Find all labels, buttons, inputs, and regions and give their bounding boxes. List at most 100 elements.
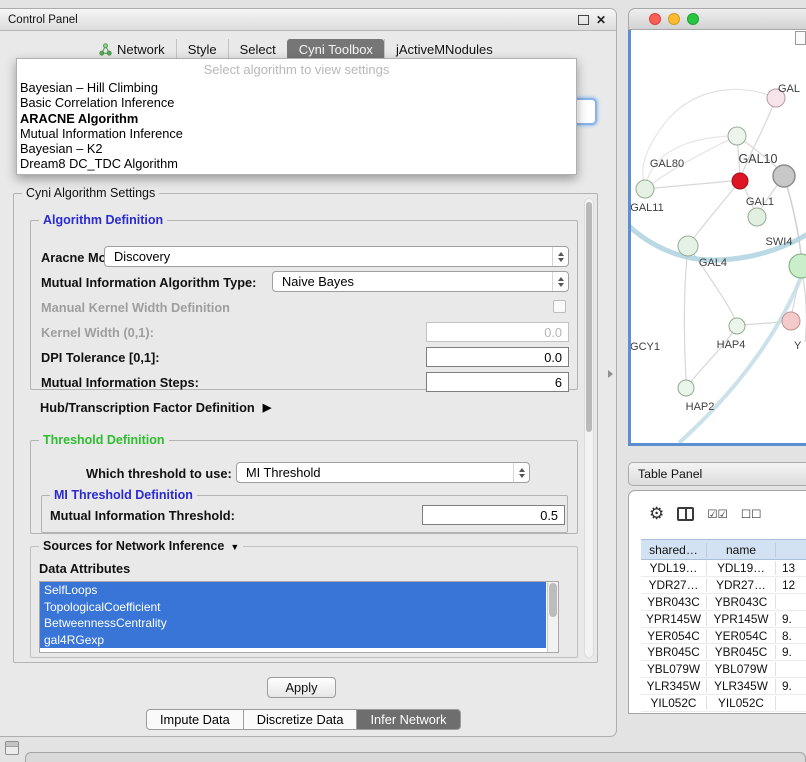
dropdown-item-basic-correlation[interactable]: Basic Correlation Inference xyxy=(17,95,576,110)
table-row[interactable]: YDL19… YDL19… 13 xyxy=(641,560,806,577)
canvas-scrollbar-button[interactable] xyxy=(795,31,806,45)
select-all-checkboxes-icon[interactable]: ☑☑ xyxy=(707,507,728,521)
cell[interactable]: 12 xyxy=(776,578,806,592)
cell[interactable]: YPR145W xyxy=(707,612,776,626)
node-label: GAL10 xyxy=(739,152,778,166)
kernel-width-field[interactable]: 0.0 xyxy=(426,322,569,342)
mi-steps-field[interactable]: 6 xyxy=(426,372,569,392)
zoom-traffic-light-icon[interactable] xyxy=(687,13,699,25)
minimized-panel-icon[interactable] xyxy=(5,741,19,755)
cell[interactable]: YPR145W xyxy=(641,612,707,626)
cell[interactable]: YIL052C xyxy=(641,696,707,710)
tab-style[interactable]: Style xyxy=(176,39,228,60)
tab-impute-data[interactable]: Impute Data xyxy=(146,709,244,730)
column-header[interactable]: name xyxy=(707,543,776,557)
network-node[interactable] xyxy=(748,208,766,226)
mi-threshold-field[interactable]: 0.5 xyxy=(422,505,565,525)
list-scrollbar-thumb[interactable] xyxy=(549,583,557,617)
cell[interactable]: YBL079W xyxy=(641,662,707,676)
cell[interactable]: YDR27… xyxy=(641,578,707,592)
table-row[interactable]: YDR27… YDR27… 12 xyxy=(641,577,806,594)
table-row[interactable]: YIL052C YIL052C xyxy=(641,695,806,712)
gear-icon[interactable]: ⚙ xyxy=(649,504,664,524)
tab-jactivemnodules[interactable]: jActiveMNodules xyxy=(384,39,504,60)
cell[interactable]: 9. xyxy=(776,679,806,693)
table-row[interactable]: YPR145W YPR145W 9. xyxy=(641,611,806,628)
cell[interactable]: YER054C xyxy=(641,629,707,643)
data-attributes-list[interactable]: SelfLoops TopologicalCoefficient Between… xyxy=(39,581,559,653)
list-item-gal4rgexp[interactable]: gal4RGexp xyxy=(40,632,546,649)
network-node[interactable] xyxy=(636,180,654,198)
cell[interactable]: 9. xyxy=(776,612,806,626)
list-item-selfloops[interactable]: SelfLoops xyxy=(40,582,546,599)
cell[interactable]: YLR345W xyxy=(707,679,776,693)
network-node[interactable] xyxy=(678,236,698,256)
cell[interactable]: 8. xyxy=(776,629,806,643)
sources-toggle[interactable]: Sources for Network Inference▼ xyxy=(39,539,243,555)
network-node[interactable] xyxy=(729,318,745,334)
network-node[interactable] xyxy=(773,165,795,187)
apply-button[interactable]: Apply xyxy=(267,677,336,698)
close-icon[interactable]: ✕ xyxy=(596,14,606,26)
dropdown-item-dream8[interactable]: Dream8 DC_TDC Algorithm xyxy=(17,156,576,171)
minimize-traffic-light-icon[interactable] xyxy=(668,13,680,25)
table-row[interactable]: YER054C YER054C 8. xyxy=(641,628,806,645)
cell[interactable]: YBR043C xyxy=(641,595,707,609)
cell[interactable]: YDL19… xyxy=(707,561,776,575)
dpi-tolerance-field[interactable]: 0.0 xyxy=(426,347,569,367)
cell[interactable]: YBR043C xyxy=(707,595,776,609)
list-item-betweennesscentrality[interactable]: BetweennessCentrality xyxy=(40,615,546,632)
control-panel-titlebar[interactable]: Control Panel ✕ xyxy=(0,9,616,31)
aracne-mode-select[interactable]: Discovery xyxy=(104,246,569,267)
tab-cyni-toolbox[interactable]: Cyni Toolbox xyxy=(287,39,384,60)
sources-group: Sources for Network Inference▼ Data Attr… xyxy=(30,546,578,658)
manual-kernel-checkbox[interactable] xyxy=(553,300,566,313)
column-header[interactable]: shared… xyxy=(641,543,707,557)
dropdown-item-aracne[interactable]: ARACNE Algorithm xyxy=(17,111,576,126)
mi-type-select[interactable]: Naive Bayes xyxy=(272,271,569,292)
panel-resize-handle[interactable] xyxy=(608,370,613,378)
cell[interactable]: YER054C xyxy=(707,629,776,643)
cell[interactable]: YIL052C xyxy=(707,696,776,710)
deselect-all-checkboxes-icon[interactable]: ☐☐ xyxy=(741,507,762,521)
columns-icon[interactable] xyxy=(677,507,694,521)
table-row[interactable]: YBR043C YBR043C xyxy=(641,594,806,611)
cell[interactable]: 13 xyxy=(776,561,806,575)
cell[interactable]: YBR045C xyxy=(641,645,707,659)
dropdown-item-bayesian-k2[interactable]: Bayesian – K2 xyxy=(17,141,576,156)
tab-infer-network[interactable]: Infer Network xyxy=(357,709,460,730)
table-row[interactable]: YBL079W YBL079W xyxy=(641,661,806,678)
network-window-titlebar[interactable] xyxy=(628,8,806,30)
mi-threshold-value: 0.5 xyxy=(540,508,558,523)
network-node[interactable] xyxy=(728,127,746,145)
cell[interactable]: 9. xyxy=(776,645,806,659)
settings-scrollbar[interactable] xyxy=(584,198,594,658)
cell[interactable]: YLR345W xyxy=(641,679,707,693)
tab-discretize-data[interactable]: Discretize Data xyxy=(244,709,358,730)
list-item-topologicalcoefficient[interactable]: TopologicalCoefficient xyxy=(40,599,546,616)
table-row[interactable]: YLR345W YLR345W 9. xyxy=(641,678,806,695)
cell[interactable]: YBL079W xyxy=(707,662,776,676)
tab-select[interactable]: Select xyxy=(228,39,287,60)
close-traffic-light-icon[interactable] xyxy=(649,13,661,25)
hub-tf-definition-toggle[interactable]: Hub/Transcription Factor Definition ▶ xyxy=(40,400,271,415)
tab-network[interactable]: Network xyxy=(88,39,176,60)
dropdown-item-mutual-information[interactable]: Mutual Information Inference xyxy=(17,126,576,141)
float-window-icon[interactable] xyxy=(578,15,589,25)
list-scrollbar[interactable] xyxy=(547,582,558,652)
network-node[interactable] xyxy=(789,254,806,278)
table-panel-header[interactable]: Table Panel xyxy=(628,462,806,486)
settings-scrollbar-thumb[interactable] xyxy=(586,202,592,432)
network-canvas[interactable]: GAL80 GAL10 GAL11 GAL1 SWI4 GAL4 GCY1 HA… xyxy=(628,30,806,446)
node-label: GAL80 xyxy=(650,158,684,170)
network-node[interactable] xyxy=(782,312,800,330)
cell[interactable]: YDL19… xyxy=(641,561,707,575)
cell[interactable]: YDR27… xyxy=(707,578,776,592)
dropdown-item-bayesian-hill-climbing[interactable]: Bayesian – Hill Climbing xyxy=(17,80,576,95)
which-threshold-select[interactable]: MI Threshold xyxy=(236,462,530,483)
cell[interactable]: YBR045C xyxy=(707,645,776,659)
table-row[interactable]: YBR045C YBR045C 9. xyxy=(641,644,806,661)
network-node-selected-red[interactable] xyxy=(732,173,748,189)
network-node[interactable] xyxy=(678,380,694,396)
kernel-width-value: 0.0 xyxy=(544,325,562,340)
